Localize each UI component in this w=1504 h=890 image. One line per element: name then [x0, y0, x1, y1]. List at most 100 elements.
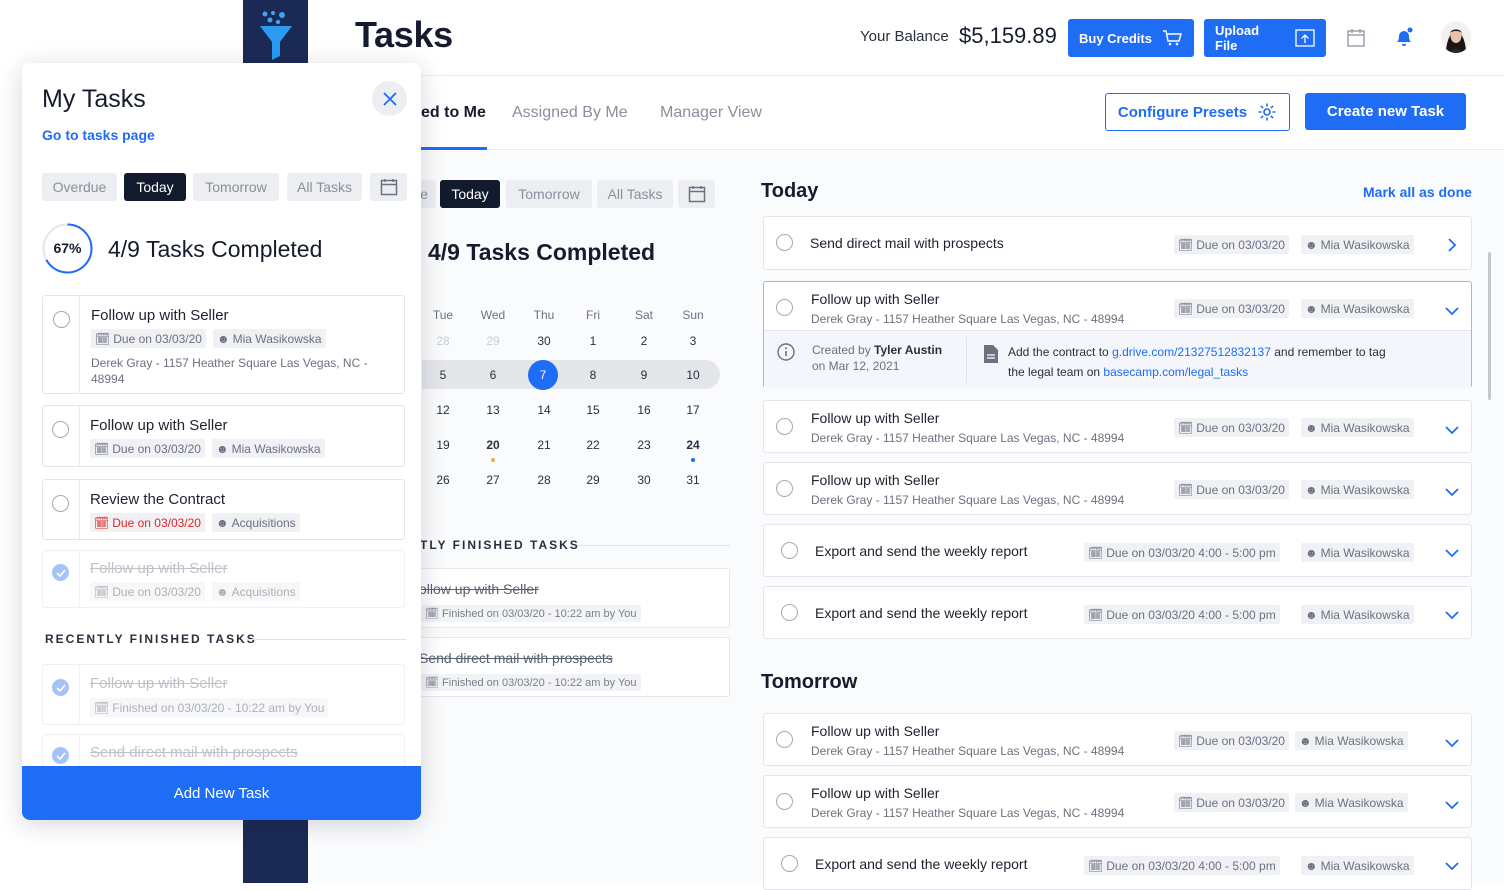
- task-checkbox[interactable]: [781, 542, 798, 559]
- calendar-day[interactable]: 13: [473, 403, 513, 417]
- funnel-logo-icon[interactable]: [258, 10, 294, 62]
- add-new-task-button[interactable]: Add New Task: [22, 766, 421, 820]
- task-checkbox[interactable]: [776, 299, 793, 316]
- panel-filter-overdue[interactable]: Overdue: [42, 173, 117, 201]
- filter-calendar-button[interactable]: [678, 180, 715, 208]
- checked-icon[interactable]: [52, 747, 69, 764]
- chevron-down-icon[interactable]: [1444, 735, 1460, 751]
- calendar-day[interactable]: 14: [524, 403, 564, 417]
- panel-task-card[interactable]: Follow up with Seller 🗓 Due on 03/03/20 …: [42, 405, 405, 467]
- task-card[interactable]: Follow up with SellerDerek Gray - 1157 H…: [763, 400, 1472, 453]
- task-card[interactable]: Follow up with SellerDerek Gray - 1157 H…: [763, 775, 1472, 828]
- calendar-day[interactable]: 28: [423, 334, 463, 348]
- calendar-day[interactable]: 28: [524, 473, 564, 487]
- task-checkbox[interactable]: [776, 793, 793, 810]
- scrollbar[interactable]: [1488, 252, 1491, 400]
- calendar-day[interactable]: 24: [673, 438, 713, 452]
- checked-icon[interactable]: [52, 679, 69, 696]
- filter-today[interactable]: Today: [440, 180, 500, 208]
- chevron-right-icon[interactable]: [1444, 237, 1460, 253]
- create-new-task-button[interactable]: Create new Task: [1305, 93, 1466, 130]
- calendar-day[interactable]: 23: [624, 438, 664, 452]
- task-card[interactable]: Export and send the weekly report🗓 Due o…: [763, 524, 1472, 577]
- calendar-day[interactable]: 12: [423, 403, 463, 417]
- calendar-day[interactable]: 1: [573, 334, 613, 348]
- calendar-day[interactable]: 19: [423, 438, 463, 452]
- task-card[interactable]: Export and send the weekly report🗓 Due o…: [763, 586, 1472, 639]
- chevron-down-icon[interactable]: [1444, 422, 1460, 438]
- panel-task-card[interactable]: Review the Contract 🗓 Due on 03/03/20 ☻ …: [42, 479, 405, 540]
- panel-calendar-button[interactable]: [370, 173, 407, 201]
- panel-filter-tomorrow[interactable]: Tomorrow: [193, 173, 279, 201]
- calendar-day[interactable]: 9: [624, 368, 664, 382]
- panel-filter-all-tasks[interactable]: All Tasks: [287, 173, 362, 201]
- chevron-down-icon[interactable]: [1444, 484, 1460, 500]
- task-checkbox[interactable]: [776, 418, 793, 435]
- task-card[interactable]: Export and send the weekly report🗓 Due o…: [763, 837, 1472, 890]
- calendar-day[interactable]: 27: [473, 473, 513, 487]
- calendar-day[interactable]: 31: [673, 473, 713, 487]
- tab-manager-view[interactable]: Manager View: [660, 104, 762, 122]
- calendar-day[interactable]: 30: [524, 334, 564, 348]
- chevron-down-icon[interactable]: [1444, 545, 1460, 561]
- finished-task-card[interactable]: Send direct mail with prospects 🗓 Finish…: [418, 637, 730, 697]
- calendar-day[interactable]: 21: [524, 438, 564, 452]
- task-checkbox[interactable]: [781, 855, 798, 872]
- calendar-day[interactable]: 2: [624, 334, 664, 348]
- configure-presets-button[interactable]: Configure Presets: [1105, 93, 1290, 131]
- task-checkbox[interactable]: [776, 480, 793, 497]
- checked-icon[interactable]: [52, 564, 69, 581]
- panel-task-card[interactable]: Follow up with Seller 🗓 Due on 03/03/20 …: [42, 295, 405, 394]
- task-card[interactable]: Send direct mail with prospects🗓 Due on …: [763, 216, 1472, 270]
- calendar-day[interactable]: 17: [673, 403, 713, 417]
- calendar-day[interactable]: 20: [473, 438, 513, 452]
- task-checkbox[interactable]: [52, 495, 69, 512]
- chevron-down-icon[interactable]: [1444, 303, 1460, 319]
- basecamp-link[interactable]: basecamp.com/legal_tasks: [1103, 365, 1248, 379]
- panel-task-card-completed[interactable]: Follow up with Seller 🗓 Due on 03/03/20 …: [42, 550, 405, 608]
- task-title: Follow up with Seller: [811, 785, 939, 801]
- task-checkbox[interactable]: [776, 731, 793, 748]
- upload-file-button[interactable]: Upload File: [1204, 19, 1326, 57]
- user-avatar[interactable]: [1441, 21, 1471, 53]
- tab-assigned-by-me[interactable]: Assigned By Me: [512, 104, 628, 122]
- filter-all-tasks[interactable]: All Tasks: [597, 180, 673, 208]
- task-card[interactable]: Follow up with SellerDerek Gray - 1157 H…: [763, 713, 1472, 766]
- close-button[interactable]: [372, 81, 407, 116]
- calendar-day[interactable]: 29: [473, 334, 513, 348]
- calendar-day[interactable]: 8: [573, 368, 613, 382]
- task-checkbox[interactable]: [53, 311, 70, 328]
- filter-tomorrow[interactable]: Tomorrow: [506, 180, 592, 208]
- calendar-day[interactable]: 22: [573, 438, 613, 452]
- selected-day[interactable]: 7: [528, 360, 558, 390]
- finished-task-card[interactable]: Follow up with Seller 🗓 Finished on 03/0…: [42, 664, 405, 725]
- calendar-day[interactable]: 15: [573, 403, 613, 417]
- task-card[interactable]: Follow up with SellerDerek Gray - 1157 H…: [763, 281, 1472, 388]
- buy-credits-button[interactable]: Buy Credits: [1068, 19, 1194, 57]
- chevron-down-icon[interactable]: [1444, 797, 1460, 813]
- calendar-day[interactable]: 29: [573, 473, 613, 487]
- chevron-down-icon[interactable]: [1444, 858, 1460, 874]
- task-checkbox[interactable]: [52, 421, 69, 438]
- calendar-day[interactable]: 16: [624, 403, 664, 417]
- notification-bell-icon[interactable]: [1392, 25, 1416, 49]
- calendar-icon[interactable]: [1344, 26, 1368, 50]
- due-date-chip: 🗓 Due on 03/03/20: [1174, 235, 1289, 254]
- task-card[interactable]: Follow up with SellerDerek Gray - 1157 H…: [763, 462, 1472, 515]
- calendar-day[interactable]: 30: [624, 473, 664, 487]
- tab-assigned-to-me[interactable]: ed to Me: [421, 104, 486, 122]
- calendar-day[interactable]: 5: [423, 368, 463, 382]
- calendar-day[interactable]: 26: [423, 473, 463, 487]
- drive-link[interactable]: g.drive.com/21327512832137: [1112, 345, 1271, 359]
- calendar-day[interactable]: 10: [673, 368, 713, 382]
- mark-all-done-link[interactable]: Mark all as done: [1363, 184, 1472, 200]
- task-checkbox[interactable]: [781, 604, 798, 621]
- calendar-day[interactable]: 3: [673, 334, 713, 348]
- calendar-day[interactable]: 6: [473, 368, 513, 382]
- task-title: Follow up with Seller: [811, 410, 939, 426]
- finished-task-card[interactable]: ollow up with Seller 🗓 Finished on 03/03…: [418, 568, 730, 628]
- chevron-down-icon[interactable]: [1444, 607, 1460, 623]
- task-checkbox[interactable]: [776, 234, 793, 251]
- panel-filter-today[interactable]: Today: [124, 173, 186, 201]
- go-to-tasks-link[interactable]: Go to tasks page: [42, 127, 155, 143]
